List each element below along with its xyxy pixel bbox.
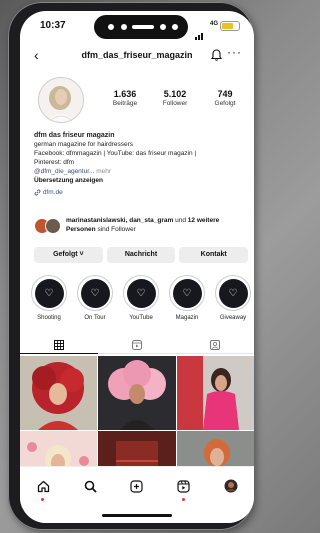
highlight-giveaway[interactable]: ♡ Giveaway [212,275,254,321]
stat-value: 1.636 [113,89,137,99]
highlight-ring: ♡ [123,275,159,311]
profile-bio: dfm das friseur magazin german magazine … [34,131,248,197]
status-time: 10:37 [40,20,66,31]
bio-more-link[interactable]: mehr [96,168,111,175]
island-dot-icon [172,24,178,30]
story-highlights: ♡ Shooting ♡ On Tour ♡ YouTube ♡ Magazin… [28,275,254,321]
highlight-shooting[interactable]: ♡ Shooting [28,275,70,321]
profile-actions: Gefolgt ˅ Nachricht Kontakt [34,247,249,263]
search-icon [84,480,97,493]
highlight-label: Magazin [175,315,199,321]
website-label: dfm.de [42,189,63,196]
followed-suffix: sind Follower [97,226,136,233]
post-thumbnail[interactable] [176,356,254,430]
highlight-label: On Tour [84,315,106,321]
profile-tabs [20,336,254,354]
tab-reels[interactable] [98,336,176,354]
translate-link[interactable]: Übersetzung anzeigen [34,176,248,185]
stat-label: Beiträge [112,100,138,107]
island-dot-icon [160,24,166,30]
phone-frame: 10:37 4G ‹ dfm_das_friseur_magazin ··· 1… [8,2,254,530]
bio-name: dfm das friseur magazin [34,132,115,139]
follower-avatars [34,218,62,234]
highlight-label: Shooting [37,315,61,321]
link-icon [34,189,41,196]
bio-line: german magazine for hairdressers [34,141,133,148]
home-icon [37,480,50,492]
website-link[interactable]: dfm.de [34,188,248,197]
highlight-label: Giveaway [219,315,247,321]
stat-value: 749 [217,89,233,99]
island-bar-icon [132,25,154,29]
contact-button[interactable]: Kontakt [179,247,249,263]
stat-label: Follower [162,100,188,107]
heart-icon: ♡ [34,278,64,308]
signal-icon [195,22,204,40]
island-dot-icon [121,24,127,30]
highlight-magazin[interactable]: ♡ Magazin [166,275,208,321]
profile-avatar[interactable] [38,77,84,123]
nav-home[interactable] [32,477,54,501]
tagged-icon [210,339,220,350]
post-thumbnail[interactable] [20,356,98,430]
status-bar: 10:37 4G [20,11,254,41]
nav-search[interactable] [79,477,101,495]
stat-following[interactable]: 749 Gefolgt [200,89,250,107]
notification-dot [41,498,45,501]
follower-names: marinastanislawski, dan_sta_gram [66,217,174,224]
profile-avatar [224,479,238,493]
notification-dot [181,498,185,501]
more-horizontal-icon[interactable]: ··· [227,45,242,59]
followed-by-text: marinastanislawski, dan_sta_gram und 12 … [66,216,248,234]
nav-create[interactable] [126,477,148,495]
tab-tagged[interactable] [176,336,254,354]
network-label: 4G [209,21,218,27]
bottom-navigation [20,466,254,523]
screen: 10:37 4G ‹ dfm_das_friseur_magazin ··· 1… [20,11,254,523]
stat-followers[interactable]: 5.102 Follower [150,89,200,107]
following-button[interactable]: Gefolgt ˅ [34,247,103,263]
profile-stats: 1.636 Beiträge 5.102 Follower 749 Gefolg… [100,89,250,107]
battery-icon [220,21,240,31]
highlight-ring: ♡ [169,275,205,311]
reels-icon [132,339,142,350]
home-indicator[interactable] [102,514,172,517]
stat-posts[interactable]: 1.636 Beiträge [100,89,150,107]
highlight-youtube[interactable]: ♡ YouTube [120,275,162,321]
bio-mention-link[interactable]: @dfm_die_agentur... [34,168,94,175]
bell-icon[interactable] [210,48,223,66]
profile-header: ‹ dfm_das_friseur_magazin ··· [20,45,254,67]
message-button[interactable]: Nachricht [106,247,176,263]
highlight-ring: ♡ [77,275,113,311]
nav-reels[interactable] [173,477,195,501]
stat-label: Gefolgt [214,100,236,107]
post-thumbnail[interactable] [98,356,176,430]
stat-value: 5.102 [163,89,187,99]
bio-line: Facebook: dfmmagazin | YouTube: das fris… [34,150,197,157]
followed-by[interactable]: marinastanislawski, dan_sta_gram und 12 … [34,216,248,238]
highlight-ring: ♡ [31,275,67,311]
highlight-label: YouTube [129,315,153,321]
followed-connector: und [175,217,186,224]
tab-posts[interactable] [20,336,98,354]
reels-icon [177,479,190,493]
nav-profile[interactable] [220,477,242,495]
bio-line: Pinterest: dfm [34,159,75,166]
highlight-ring: ♡ [215,275,251,311]
heart-icon: ♡ [218,278,248,308]
island-dot-icon [108,24,114,30]
heart-icon: ♡ [80,278,110,308]
follower-avatar [45,218,61,234]
dynamic-island [94,15,188,39]
create-icon [130,479,144,493]
grid-icon [54,339,64,350]
heart-icon: ♡ [126,278,156,308]
highlight-on-tour[interactable]: ♡ On Tour [74,275,116,321]
heart-icon: ♡ [172,278,202,308]
